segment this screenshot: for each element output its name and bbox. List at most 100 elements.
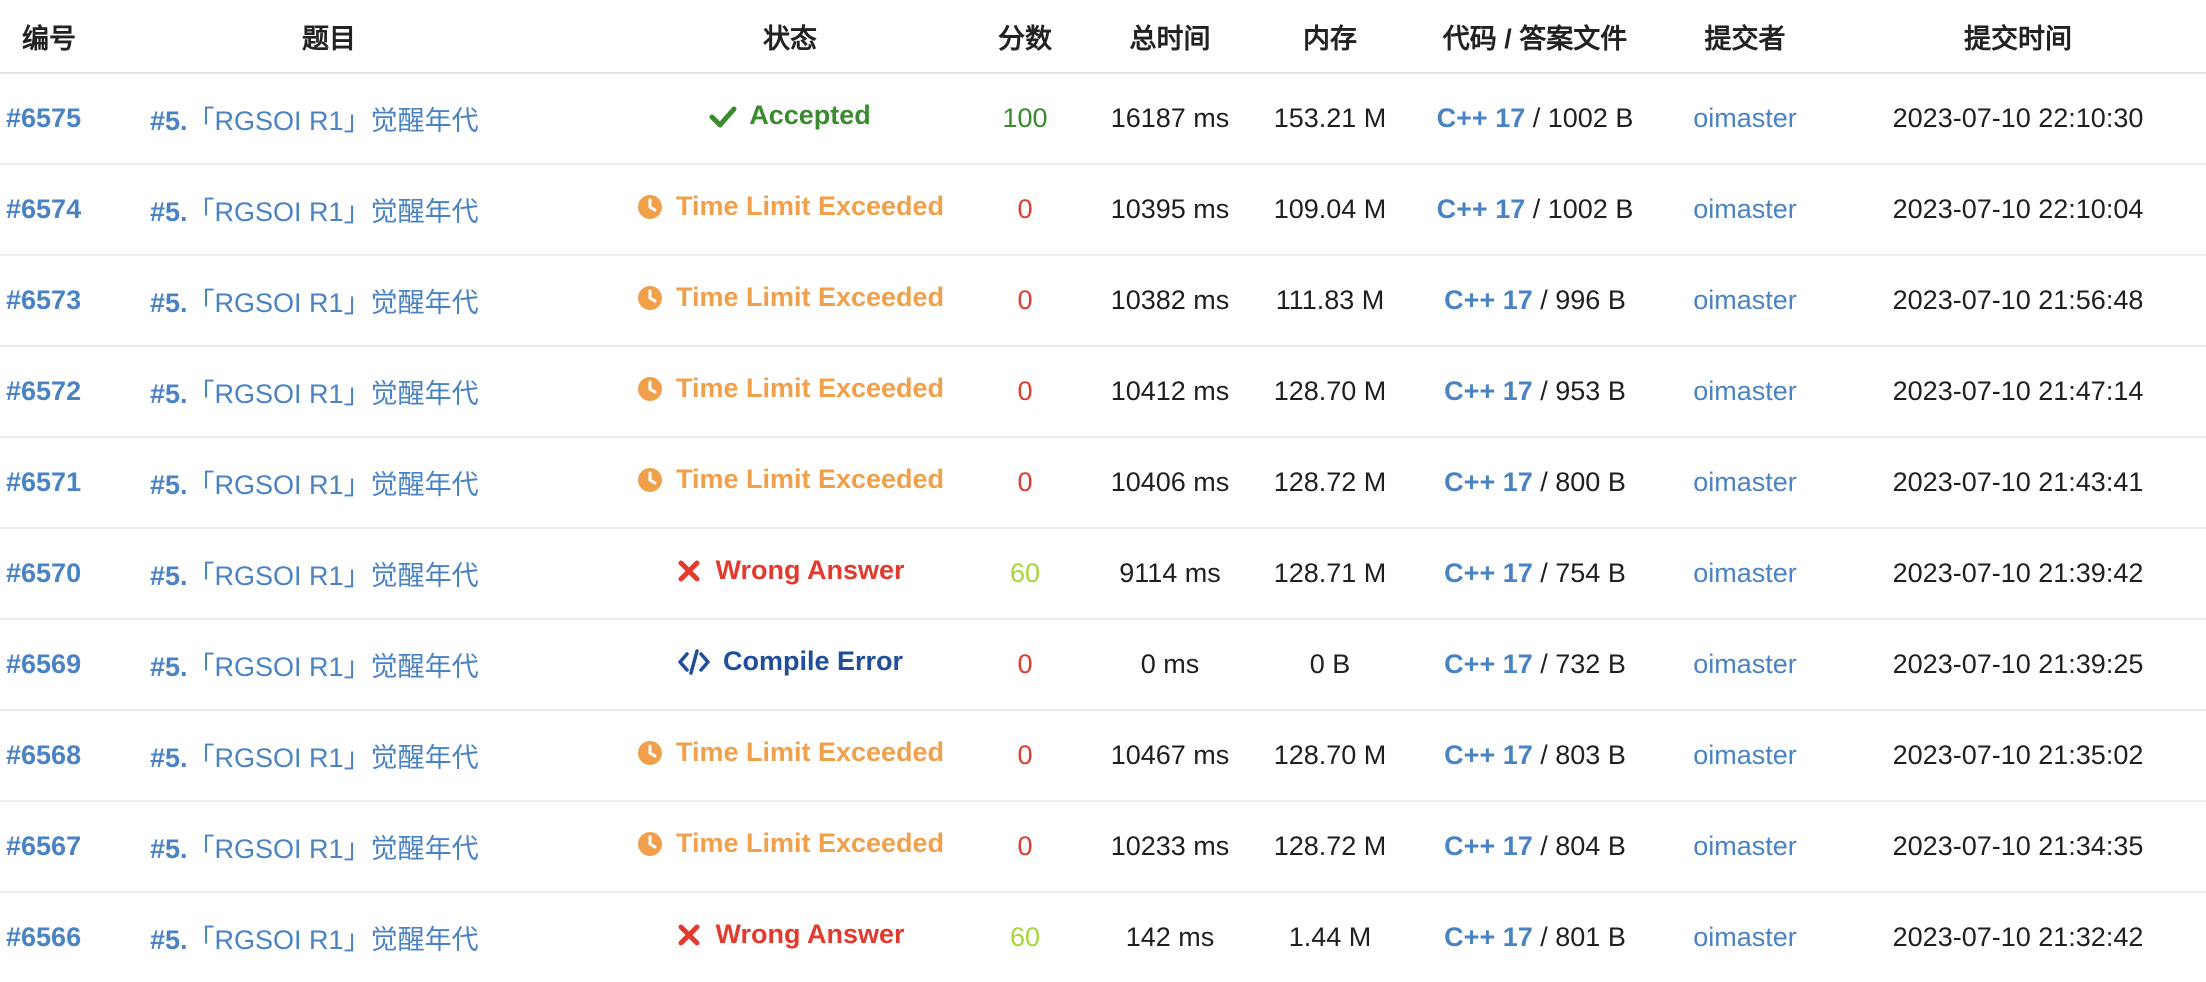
status-link[interactable]: Compile Error [677,646,903,677]
table-row: #6566 #5.「RGSOI R1」觉醒年代 Wrong Answer 60 … [0,892,2206,982]
total-time: 10395 ms [1110,194,1230,224]
problem-link[interactable]: #5.「RGSOI R1」觉醒年代 [150,379,479,409]
submitter-link[interactable]: oimaster [1693,103,1797,133]
code-language-link[interactable]: C++ 17 [1444,831,1533,861]
header-memory: 内存 [1250,0,1410,74]
problem-link[interactable]: #5.「RGSOI R1」觉醒年代 [150,834,479,864]
submit-time: 2023-07-10 21:39:42 [1892,558,2144,588]
status-link[interactable]: Accepted [709,100,871,131]
status-link[interactable]: Time Limit Exceeded [636,191,944,222]
submitter-link[interactable]: oimaster [1693,285,1797,315]
status-label: Time Limit Exceeded [675,464,945,495]
problem-title: 「RGSOI R1」觉醒年代 [187,470,479,500]
submission-id-link[interactable]: #6572 [6,376,81,406]
status-link[interactable]: Time Limit Exceeded [636,737,944,768]
total-time: 10233 ms [1110,831,1230,861]
problem-link[interactable]: #5.「RGSOI R1」觉醒年代 [150,652,479,682]
code-language-link[interactable]: C++ 17 [1444,376,1533,406]
code-separator: / [1532,285,1556,315]
code-language-link[interactable]: C++ 17 [1444,649,1533,679]
status-link[interactable]: Time Limit Exceeded [636,828,944,859]
submitter-link[interactable]: oimaster [1693,194,1797,224]
code-size: 801 B [1555,922,1626,952]
problem-title: 「RGSOI R1」觉醒年代 [187,288,479,318]
problem-link[interactable]: #5.「RGSOI R1」觉醒年代 [150,470,479,500]
total-time: 9114 ms [1119,558,1221,588]
code-size: 953 B [1555,376,1626,406]
code-language-link[interactable]: C++ 17 [1444,740,1533,770]
submitter-link[interactable]: oimaster [1693,831,1797,861]
submitter-link[interactable]: oimaster [1693,558,1797,588]
total-time: 16187 ms [1110,103,1230,133]
status-label: Accepted [749,100,871,131]
submitter-link[interactable]: oimaster [1693,467,1797,497]
problem-title: 「RGSOI R1」觉醒年代 [187,652,479,682]
table-header-row: 编号 题目 状态 分数 总时间 内存 代码 / 答案文件 提交者 提交时间 [0,0,2206,74]
memory-value: 128.70 M [1273,376,1387,406]
submission-id-link[interactable]: #6566 [6,922,81,952]
table-row: #6575 #5.「RGSOI R1」觉醒年代 Accepted 100 161… [0,73,2206,165]
status-link[interactable]: Time Limit Exceeded [636,282,944,313]
submit-time: 2023-07-10 21:47:14 [1892,376,2144,406]
code-separator: / [1525,194,1548,224]
header-code: 代码 / 答案文件 [1410,0,1660,74]
problem-link[interactable]: #5.「RGSOI R1」觉醒年代 [150,561,479,591]
submission-id-link[interactable]: #6574 [6,194,81,224]
status-label: Time Limit Exceeded [675,373,945,404]
problem-number: #5. [150,834,188,864]
memory-value: 128.72 M [1273,831,1387,861]
submission-id-link[interactable]: #6567 [6,831,81,861]
status-link[interactable]: Wrong Answer [675,919,905,950]
code-separator: / [1525,103,1548,133]
submitter-link[interactable]: oimaster [1693,376,1797,406]
submission-id-link[interactable]: #6571 [6,467,81,497]
problem-number: #5. [150,925,188,955]
score-value: 0 [1017,194,1033,224]
submitter-link[interactable]: oimaster [1693,922,1797,952]
submit-time: 2023-07-10 21:43:41 [1892,467,2144,497]
submit-time: 2023-07-10 21:39:25 [1892,649,2144,679]
score-value: 60 [1009,558,1041,588]
submit-time: 2023-07-10 21:34:35 [1892,831,2144,861]
memory-value: 128.71 M [1273,558,1387,588]
check-icon [709,102,737,130]
total-time: 10467 ms [1110,740,1230,770]
status-label: Compile Error [722,646,904,677]
code-language-link[interactable]: C++ 17 [1437,194,1526,224]
problem-title: 「RGSOI R1」觉醒年代 [187,834,479,864]
status-link[interactable]: Time Limit Exceeded [636,373,944,404]
submission-id-link[interactable]: #6575 [6,103,81,133]
code-separator: / [1532,831,1556,861]
submitter-link[interactable]: oimaster [1693,740,1797,770]
problem-link[interactable]: #5.「RGSOI R1」觉醒年代 [150,743,479,773]
submission-id-link[interactable]: #6569 [6,649,81,679]
problem-link[interactable]: #5.「RGSOI R1」觉醒年代 [150,197,479,227]
submission-id-link[interactable]: #6573 [6,285,81,315]
table-row: #6568 #5.「RGSOI R1」觉醒年代 Time Limit Excee… [0,710,2206,802]
header-problem: 题目 [150,0,620,74]
problem-title: 「RGSOI R1」觉醒年代 [187,197,479,227]
header-id: 编号 [0,0,150,74]
problem-number: #5. [150,470,188,500]
code-language-link[interactable]: C++ 17 [1444,467,1533,497]
code-language-link[interactable]: C++ 17 [1437,103,1526,133]
problem-link[interactable]: #5.「RGSOI R1」觉醒年代 [150,925,479,955]
submission-id-link[interactable]: #6568 [6,740,81,770]
code-language-link[interactable]: C++ 17 [1444,285,1533,315]
status-link[interactable]: Time Limit Exceeded [636,464,944,495]
code-size: 803 B [1555,740,1626,770]
code-size: 804 B [1555,831,1626,861]
submit-time: 2023-07-10 22:10:30 [1892,103,2144,133]
problem-link[interactable]: #5.「RGSOI R1」觉醒年代 [150,288,479,318]
code-size: 754 B [1555,558,1626,588]
code-language-link[interactable]: C++ 17 [1444,922,1533,952]
submitter-link[interactable]: oimaster [1693,649,1797,679]
table-row: #6572 #5.「RGSOI R1」觉醒年代 Time Limit Excee… [0,346,2206,438]
problem-number: #5. [150,106,188,136]
clock-icon [636,739,664,767]
header-submitter: 提交者 [1660,0,1830,74]
submission-id-link[interactable]: #6570 [6,558,81,588]
code-language-link[interactable]: C++ 17 [1444,558,1533,588]
problem-link[interactable]: #5.「RGSOI R1」觉醒年代 [150,106,479,136]
status-link[interactable]: Wrong Answer [675,555,905,586]
